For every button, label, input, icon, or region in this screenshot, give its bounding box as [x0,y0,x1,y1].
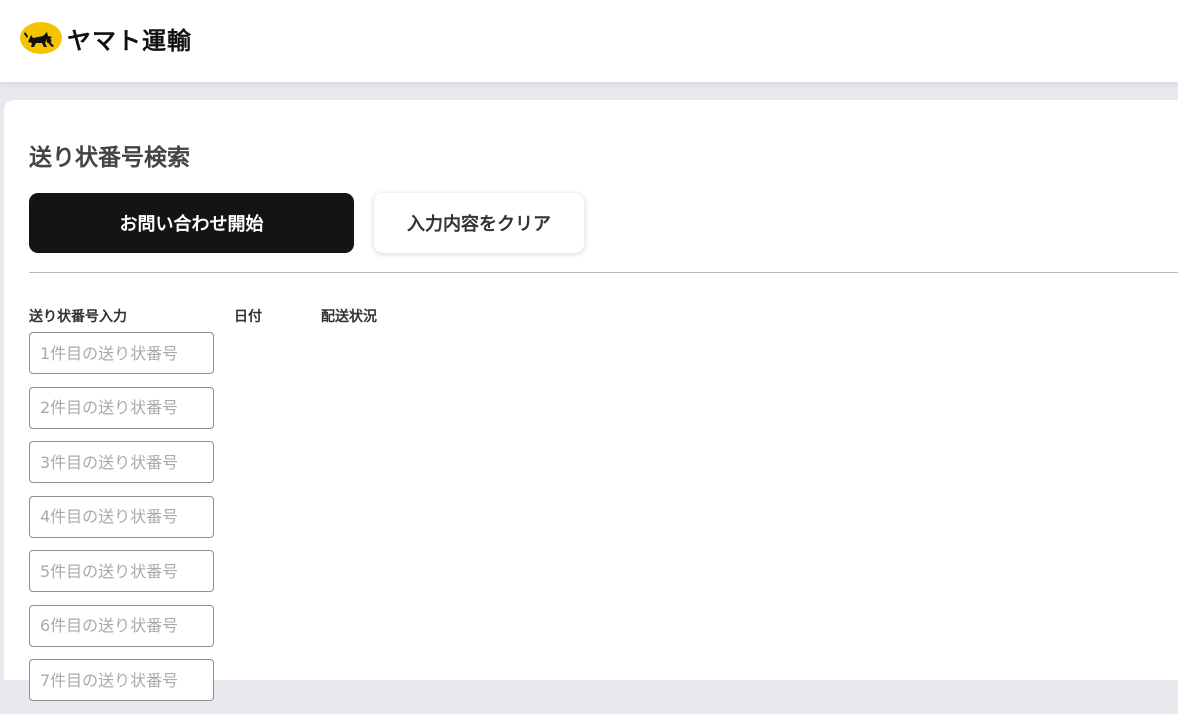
tracking-number-input-4[interactable] [29,495,214,538]
tracking-input-list [29,332,214,714]
tracking-number-input-6[interactable] [29,604,214,647]
divider [29,272,1178,273]
yamato-logo[interactable]: ヤマト運輸 [19,18,192,58]
tracking-number-input-5[interactable] [29,550,214,592]
column-label-status: 配送状況 [321,309,377,325]
clear-input-button[interactable]: 入力内容をクリア [374,193,584,253]
tracking-search-panel: 送り状番号検索 お問い合わせ開始 入力内容をクリア 送り状番号入力 日付 配送状… [4,100,1178,701]
page-title: 送り状番号検索 [29,145,190,171]
column-label-date: 日付 [234,309,262,325]
site-header: ヤマト運輸 [0,0,1178,82]
tracking-number-input-3[interactable] [29,441,214,483]
tracking-number-input-7[interactable] [29,659,214,701]
column-label-tracking-input: 送り状番号入力 [29,309,127,325]
black-cat-icon [20,22,62,54]
start-inquiry-button[interactable]: お問い合わせ開始 [29,193,354,253]
tracking-number-input-1[interactable] [29,332,214,374]
logo-text: ヤマト運輸 [67,26,192,55]
tracking-number-input-2[interactable] [29,386,214,429]
